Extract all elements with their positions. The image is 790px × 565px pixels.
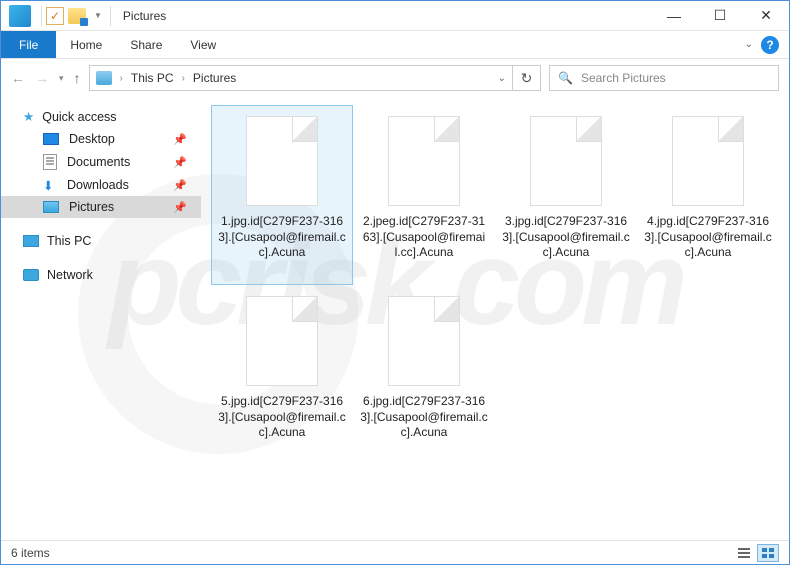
- sidebar-item-downloads[interactable]: ⬇ Downloads 📌: [1, 174, 201, 196]
- star-icon: ★: [23, 109, 34, 124]
- file-name: 3.jpg.id[C279F237-3163].[Cusapool@firema…: [502, 214, 630, 261]
- file-icon: [388, 296, 460, 386]
- address-dropdown-icon[interactable]: ⌄: [498, 73, 506, 84]
- up-button[interactable]: ↑: [74, 70, 81, 86]
- this-pc-icon: [23, 235, 39, 247]
- sidebar-item-pictures[interactable]: Pictures 📌: [1, 196, 201, 218]
- file-item[interactable]: 2.jpeg.id[C279F237-3163].[Cusapool@firem…: [353, 105, 495, 285]
- navigation-pane: ★ Quick access Desktop 📌 Documents 📌 ⬇ D…: [1, 97, 201, 540]
- title-bar: ✓ ▼ Pictures — ☐ ✕: [1, 1, 789, 31]
- pin-icon: 📌: [173, 133, 187, 146]
- file-name: 5.jpg.id[C279F237-3163].[Cusapool@firema…: [218, 394, 346, 441]
- search-icon: 🔍: [558, 71, 573, 85]
- separator: [110, 6, 111, 26]
- explorer-icon: [9, 5, 31, 27]
- refresh-button[interactable]: ↻: [513, 65, 541, 91]
- back-button[interactable]: ←: [11, 70, 25, 86]
- file-name: 1.jpg.id[C279F237-3163].[Cusapool@firema…: [218, 214, 346, 261]
- file-item[interactable]: 4.jpg.id[C279F237-3163].[Cusapool@firema…: [637, 105, 779, 285]
- file-name: 6.jpg.id[C279F237-3163].[Cusapool@firema…: [360, 394, 488, 441]
- help-icon[interactable]: ?: [761, 36, 779, 54]
- qat-dropdown-icon[interactable]: ▼: [90, 11, 106, 20]
- sidebar-item-this-pc[interactable]: This PC: [1, 228, 201, 252]
- downloads-icon: ⬇: [43, 178, 57, 192]
- sidebar-item-label: Downloads: [67, 178, 129, 192]
- file-tab[interactable]: File: [1, 31, 56, 58]
- window-title: Pictures: [123, 9, 166, 23]
- network-icon: [23, 269, 39, 281]
- file-item[interactable]: 3.jpg.id[C279F237-3163].[Cusapool@firema…: [495, 105, 637, 285]
- tab-share[interactable]: Share: [116, 31, 176, 58]
- forward-button[interactable]: →: [35, 70, 49, 86]
- tab-view[interactable]: View: [176, 31, 230, 58]
- desktop-icon: [43, 133, 59, 145]
- icons-view-button[interactable]: [757, 544, 779, 562]
- tab-home[interactable]: Home: [56, 31, 116, 58]
- file-name: 4.jpg.id[C279F237-3163].[Cusapool@firema…: [644, 214, 772, 261]
- pin-icon: 📌: [173, 201, 187, 214]
- maximize-button[interactable]: ☐: [697, 1, 743, 31]
- address-bar: ← → ▾ ↑ › This PC › Pictures ⌄ ↻ 🔍 Searc…: [1, 59, 789, 97]
- content-area: ★ Quick access Desktop 📌 Documents 📌 ⬇ D…: [1, 97, 789, 540]
- file-name: 2.jpeg.id[C279F237-3163].[Cusapool@firem…: [360, 214, 488, 261]
- search-placeholder: Search Pictures: [581, 71, 666, 85]
- chevron-right-icon[interactable]: ›: [118, 73, 125, 84]
- search-input[interactable]: 🔍 Search Pictures: [549, 65, 779, 91]
- quick-access-label: Quick access: [42, 110, 116, 124]
- recent-dropdown-icon[interactable]: ▾: [59, 73, 64, 84]
- chevron-right-icon[interactable]: ›: [180, 73, 187, 84]
- close-button[interactable]: ✕: [743, 1, 789, 31]
- minimize-button[interactable]: —: [651, 1, 697, 31]
- file-item[interactable]: 1.jpg.id[C279F237-3163].[Cusapool@firema…: [211, 105, 353, 285]
- window-controls: — ☐ ✕: [651, 1, 789, 31]
- sidebar-item-desktop[interactable]: Desktop 📌: [1, 128, 201, 150]
- breadcrumb-item[interactable]: Pictures: [193, 71, 236, 85]
- file-icon: [530, 116, 602, 206]
- sidebar-item-label: Network: [47, 268, 93, 282]
- quick-access-toolbar: ✓ ▼: [46, 7, 106, 25]
- file-icon: [246, 296, 318, 386]
- breadcrumb[interactable]: › This PC › Pictures ⌄: [89, 65, 513, 91]
- file-icon: [672, 116, 744, 206]
- item-count: 6 items: [11, 546, 50, 560]
- pictures-icon: [43, 201, 59, 213]
- file-item[interactable]: 5.jpg.id[C279F237-3163].[Cusapool@firema…: [211, 285, 353, 465]
- file-icon: [246, 116, 318, 206]
- expand-ribbon-icon[interactable]: ⌄: [745, 39, 753, 50]
- sidebar-item-label: Desktop: [69, 132, 115, 146]
- ribbon-tabs: File Home Share View ⌄ ?: [1, 31, 789, 59]
- pictures-icon: [96, 71, 112, 85]
- documents-icon: [43, 154, 57, 170]
- sidebar-item-network[interactable]: Network: [1, 262, 201, 286]
- file-item[interactable]: 6.jpg.id[C279F237-3163].[Cusapool@firema…: [353, 285, 495, 465]
- sidebar-item-label: Documents: [67, 155, 130, 169]
- breadcrumb-item[interactable]: This PC: [131, 71, 174, 85]
- separator: [41, 6, 42, 26]
- status-bar: 6 items: [1, 540, 789, 564]
- details-view-button[interactable]: [733, 544, 755, 562]
- properties-icon[interactable]: ✓: [46, 7, 64, 25]
- sidebar-item-label: This PC: [47, 234, 91, 248]
- pin-icon: 📌: [173, 156, 187, 169]
- pin-icon: 📌: [173, 179, 187, 192]
- sidebar-item-label: Pictures: [69, 200, 114, 214]
- file-icon: [388, 116, 460, 206]
- file-list[interactable]: 1.jpg.id[C279F237-3163].[Cusapool@firema…: [201, 97, 789, 540]
- new-folder-icon[interactable]: [68, 8, 86, 24]
- sidebar-item-documents[interactable]: Documents 📌: [1, 150, 201, 174]
- quick-access-group[interactable]: ★ Quick access: [1, 105, 201, 128]
